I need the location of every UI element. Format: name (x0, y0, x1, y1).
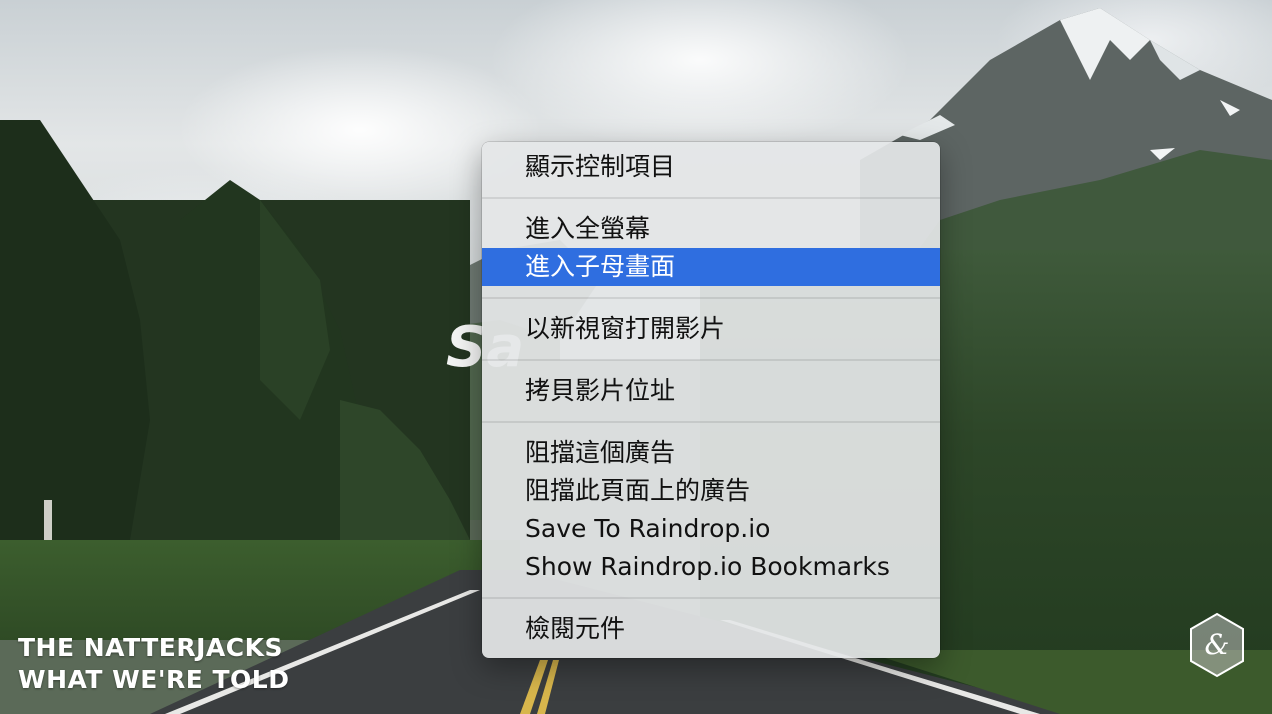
menu-separator (482, 286, 940, 310)
context-menu: 顯示控制項目 進入全螢幕 進入子母畫面 以新視窗打開影片 拷貝影片位址 阻擋這個… (482, 142, 940, 658)
menu-item-block-this-ad[interactable]: 阻擋這個廣告 (482, 434, 940, 472)
menu-item-inspect-element[interactable]: 檢閱元件 (482, 610, 940, 648)
video-title-overlay: THE NATTERJACKS WHAT WE'RE TOLD (18, 632, 290, 696)
menu-item-copy-video-address[interactable]: 拷貝影片位址 (482, 372, 940, 410)
menu-item-enter-fullscreen[interactable]: 進入全螢幕 (482, 210, 940, 248)
menu-separator (482, 410, 940, 434)
menu-item-show-controls[interactable]: 顯示控制項目 (482, 148, 940, 186)
svg-text:&: & (1205, 628, 1230, 661)
video-title-line-2: WHAT WE'RE TOLD (18, 665, 290, 694)
menu-separator (482, 348, 940, 372)
video-player[interactable]: Sa THE NATTERJACKS WHAT WE'RE TOLD & 顯示控… (0, 0, 1272, 714)
menu-item-open-video-new-window[interactable]: 以新視窗打開影片 (482, 310, 940, 348)
menu-item-save-to-raindrop[interactable]: Save To Raindrop.io (482, 510, 940, 548)
menu-item-block-ads-on-page[interactable]: 阻擋此頁面上的廣告 (482, 472, 940, 510)
video-title-line-1: THE NATTERJACKS (18, 633, 283, 662)
menu-separator (482, 186, 940, 210)
ampersand-hexagon-icon[interactable]: & (1188, 612, 1246, 678)
menu-separator (482, 586, 940, 610)
menu-item-show-raindrop-bookmarks[interactable]: Show Raindrop.io Bookmarks (482, 548, 940, 586)
menu-item-enter-picture-in-picture[interactable]: 進入子母畫面 (482, 248, 940, 286)
